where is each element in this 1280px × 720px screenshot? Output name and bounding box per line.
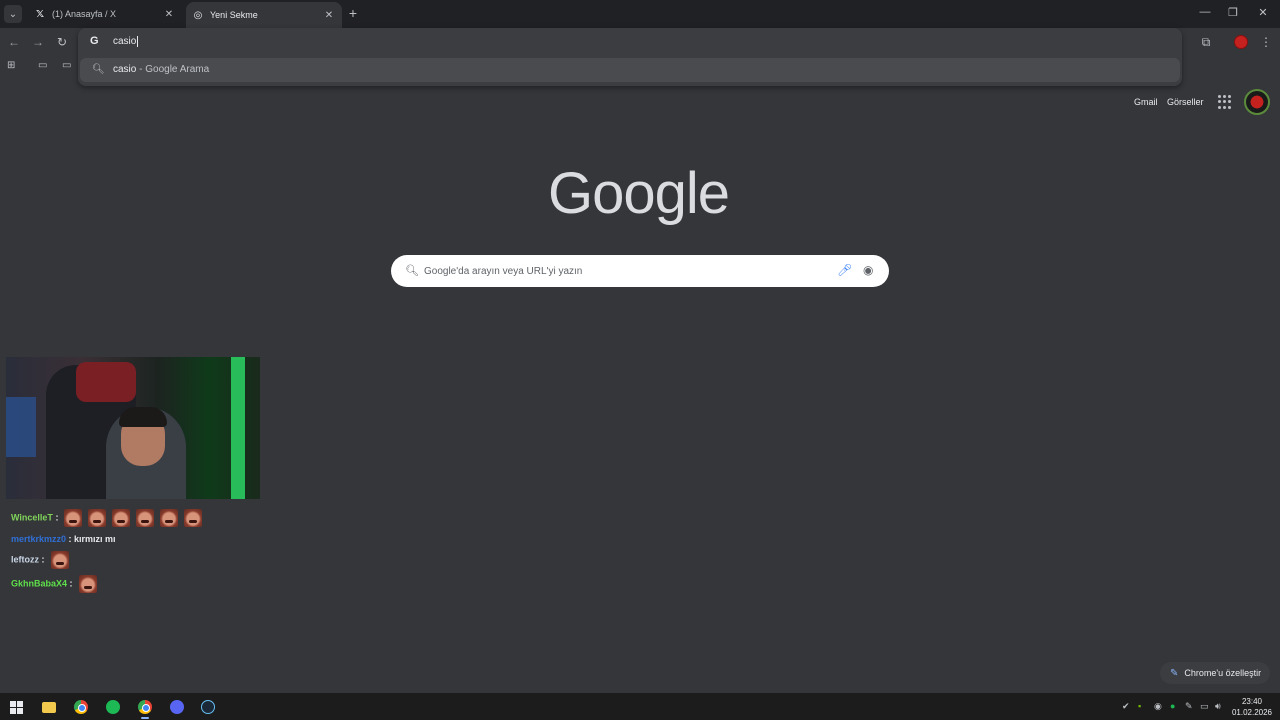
folder-icon[interactable]: ▭ bbox=[38, 60, 52, 72]
tray-check-icon[interactable]: ✔ bbox=[1122, 701, 1130, 712]
pen-tray-icon[interactable]: ✎ bbox=[1185, 701, 1193, 712]
discord-icon bbox=[170, 700, 184, 714]
chat-message: GkhnBabaX4 : bbox=[11, 575, 97, 593]
emote-icon bbox=[78, 575, 97, 593]
new-tab-button[interactable]: + bbox=[346, 6, 360, 20]
emote-icon bbox=[184, 509, 203, 527]
steam-icon bbox=[201, 700, 215, 714]
taskbar: ✔ ▪ ◉ ● ✎ ▭ 🔊︎ bbox=[0, 693, 1280, 720]
restore-icon[interactable]: ❐ bbox=[1226, 6, 1240, 19]
x-logo-icon: 𝕏 bbox=[35, 8, 45, 20]
pencil-icon: ✎ bbox=[1170, 667, 1179, 679]
images-link[interactable]: Görseller bbox=[1167, 97, 1204, 107]
chrome-icon bbox=[74, 700, 88, 714]
customize-chrome-button[interactable]: ✎ Chrome'u özelleştir bbox=[1160, 662, 1270, 684]
omnibox-text: casio bbox=[113, 36, 137, 48]
emote-icon bbox=[136, 509, 155, 527]
extensions-icon[interactable]: ⧉ bbox=[1198, 34, 1214, 50]
emote-icon bbox=[112, 509, 131, 527]
clock-time: 23:40 bbox=[1241, 697, 1263, 706]
chevron-down-icon: ⌄ bbox=[8, 8, 18, 20]
spotify-tray-icon[interactable]: ● bbox=[1170, 701, 1175, 711]
search-icon: 🔍︎ bbox=[405, 265, 419, 277]
active-indicator bbox=[141, 717, 149, 719]
customize-label: Chrome'u özelleştir bbox=[1184, 668, 1262, 678]
close-icon[interactable]: ✕ bbox=[162, 9, 176, 20]
chat-username: mertkrkmzz0 bbox=[11, 534, 67, 544]
tab-strip: ⌄ 𝕏 (1) Anasayfa / X ✕ ◎ Yeni Sekme ✕ + … bbox=[0, 0, 1280, 28]
emote-icon bbox=[50, 551, 69, 569]
text-caret bbox=[137, 36, 139, 47]
chrome-taskbar-button-2[interactable] bbox=[135, 697, 155, 717]
suggestion-text: casio - Google Arama bbox=[113, 64, 209, 75]
search-input[interactable]: Google'da arayın veya URL'yi yazın bbox=[424, 266, 582, 277]
webcam-overlay bbox=[6, 357, 260, 499]
volume-icon[interactable]: 🔊︎ bbox=[1215, 701, 1221, 712]
reload-icon[interactable]: ↻ bbox=[54, 34, 70, 50]
chrome-icon: ◎ bbox=[193, 9, 203, 21]
back-icon[interactable]: ← bbox=[6, 34, 22, 50]
microphone-icon[interactable]: 🎤︎ bbox=[837, 263, 852, 277]
chat-message: WincelleT : bbox=[11, 509, 203, 527]
network-icon[interactable]: ▭ bbox=[1200, 701, 1209, 712]
google-g-icon: G bbox=[90, 35, 99, 47]
tab-label: (1) Anasayfa / X bbox=[52, 9, 117, 19]
steam-taskbar-button[interactable] bbox=[198, 697, 218, 717]
minimize-icon[interactable]: — bbox=[1198, 6, 1212, 18]
windows-icon bbox=[9, 700, 23, 714]
omnibox-input[interactable]: casio bbox=[113, 36, 139, 48]
gmail-link[interactable]: Gmail bbox=[1134, 97, 1158, 107]
suggestion-row[interactable]: 🔍︎ casio - Google Arama bbox=[80, 58, 1180, 82]
chat-username: WincelleT bbox=[11, 512, 53, 523]
chat-message: leftozz : bbox=[11, 551, 69, 569]
google-apps-icon[interactable] bbox=[1218, 95, 1232, 109]
apps-grid-icon[interactable]: ⊞ bbox=[7, 60, 21, 72]
search-icon: 🔍︎ bbox=[92, 64, 105, 75]
close-window-icon[interactable]: ✕ bbox=[1256, 6, 1270, 19]
emote-icon bbox=[88, 509, 107, 527]
spotify-icon bbox=[106, 700, 120, 714]
profile-avatar[interactable] bbox=[1234, 35, 1248, 49]
account-avatar[interactable] bbox=[1244, 89, 1270, 115]
folder-icon bbox=[42, 701, 56, 713]
chat-username: leftozz bbox=[11, 554, 39, 565]
folder-icon[interactable]: ▭ bbox=[62, 60, 76, 72]
suggestion-query: casio bbox=[113, 64, 137, 75]
clock[interactable]: 23:40 01.02.2026 bbox=[1228, 696, 1276, 718]
discord-taskbar-button[interactable] bbox=[167, 697, 187, 717]
emote-icon bbox=[64, 509, 83, 527]
tab-new-tab[interactable]: ◎ Yeni Sekme ✕ bbox=[186, 2, 342, 28]
chat-username: GkhnBabaX4 bbox=[11, 578, 68, 589]
file-explorer-button[interactable] bbox=[39, 697, 59, 717]
emote-icon bbox=[160, 509, 179, 527]
close-icon[interactable]: ✕ bbox=[322, 10, 336, 21]
search-box[interactable]: 🔍︎ Google'da arayın veya URL'yi yazın 🎤︎… bbox=[391, 255, 889, 287]
omnibox-dropdown: G casio 🔍︎ casio - Google Arama bbox=[78, 28, 1182, 86]
chrome-icon bbox=[138, 700, 152, 714]
spotify-taskbar-button[interactable] bbox=[103, 697, 123, 717]
google-lens-icon[interactable]: ◉ bbox=[863, 263, 873, 277]
tab-search-button[interactable]: ⌄ bbox=[4, 5, 22, 23]
discord-tray-icon[interactable]: ◉ bbox=[1154, 701, 1162, 712]
start-button[interactable] bbox=[6, 697, 26, 717]
suggestion-suffix: - Google Arama bbox=[136, 64, 210, 75]
clock-date: 01.02.2026 bbox=[1231, 708, 1273, 717]
forward-icon[interactable]: → bbox=[30, 34, 46, 50]
menu-dots-icon[interactable]: ⋮ bbox=[1258, 34, 1274, 50]
google-logo: Google bbox=[548, 161, 730, 226]
chrome-taskbar-button[interactable] bbox=[71, 697, 91, 717]
nvidia-icon[interactable]: ▪ bbox=[1138, 701, 1141, 711]
chat-text: kırmızı mı bbox=[74, 534, 116, 544]
tab-label: Yeni Sekme bbox=[210, 10, 258, 20]
chat-message: mertkrkmzz0 : kırmızı mı bbox=[11, 534, 116, 544]
tab-x-home[interactable]: 𝕏 (1) Anasayfa / X ✕ bbox=[26, 2, 182, 26]
